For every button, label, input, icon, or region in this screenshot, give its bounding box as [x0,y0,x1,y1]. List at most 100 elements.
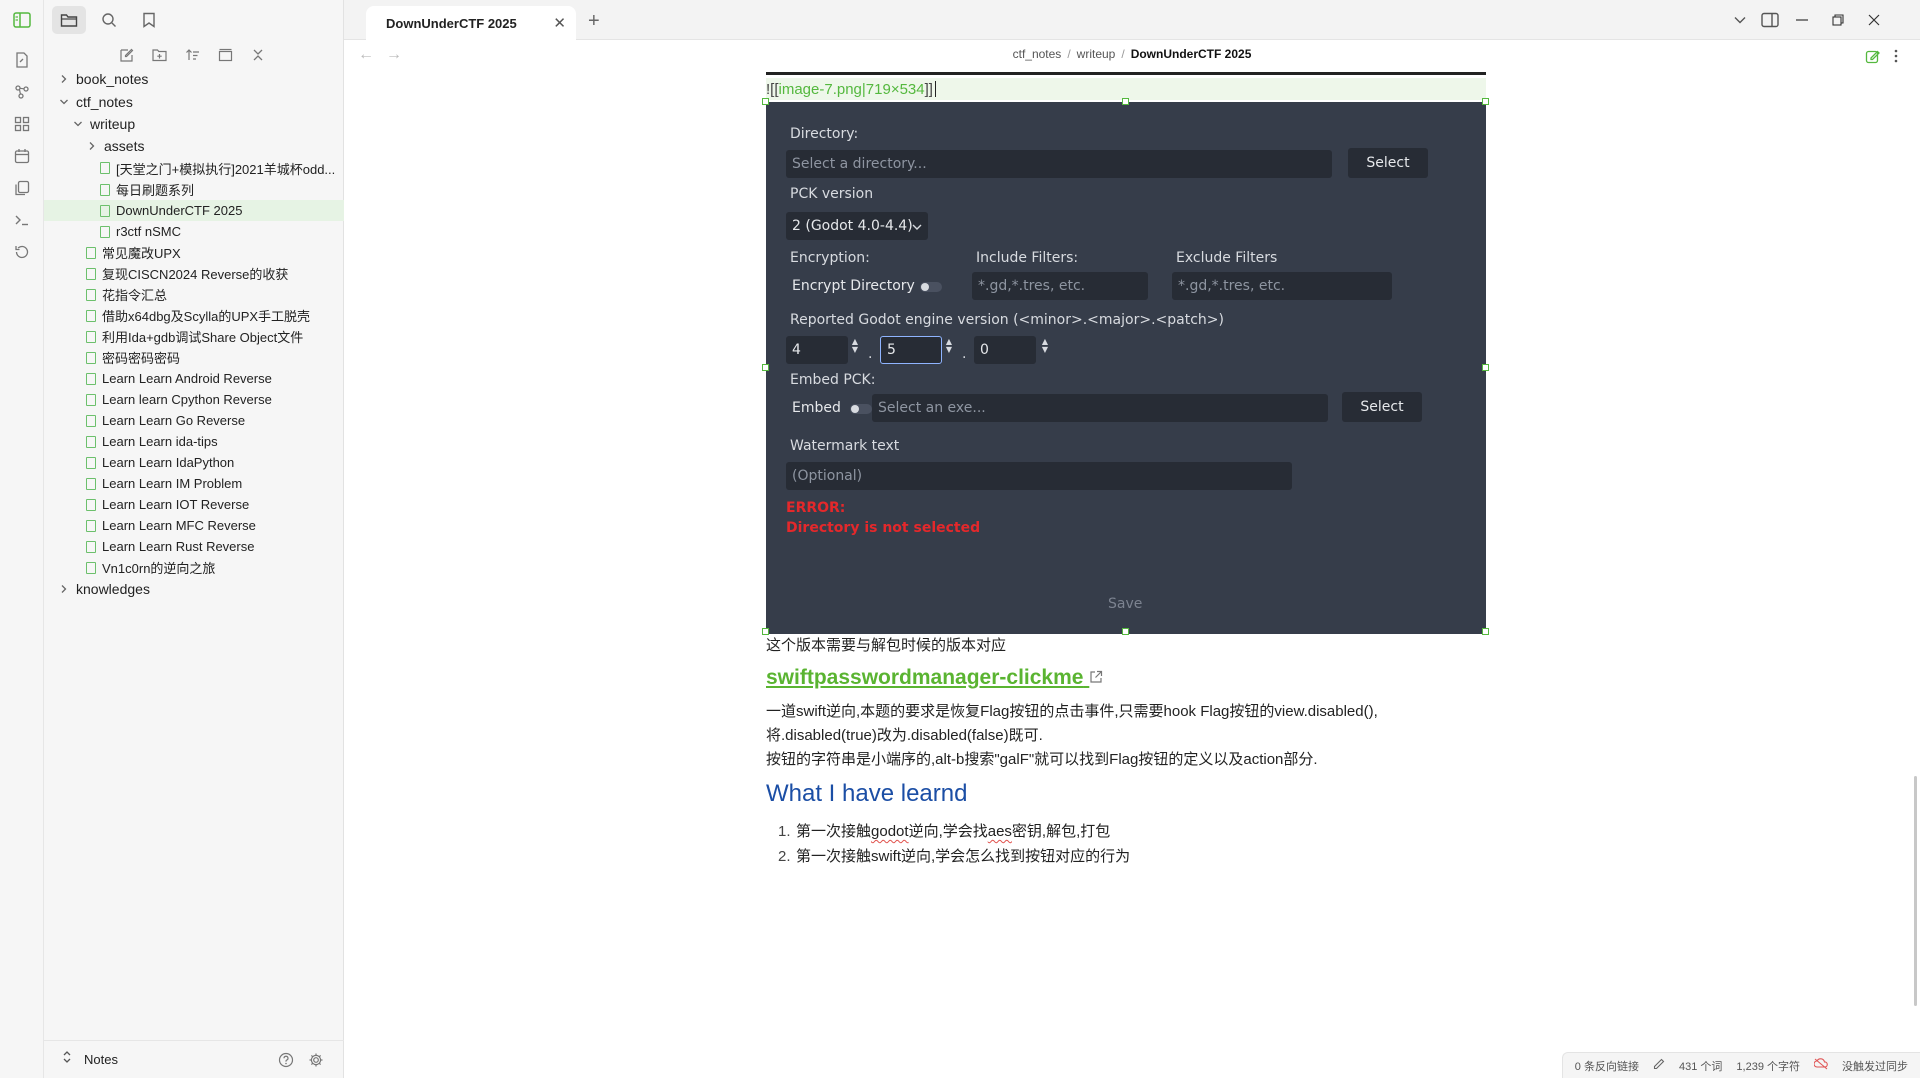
minimize-window-icon[interactable] [1790,8,1814,32]
select-exe-button[interactable]: Select [1342,392,1422,422]
bookmarks-tab-icon[interactable] [132,6,166,34]
resize-handle[interactable] [1122,98,1129,105]
tree-file[interactable]: DownUnderCTF 2025 [44,200,344,221]
sync-status: 没触发过同步 [1842,1060,1908,1073]
select-directory-button[interactable]: Select [1348,148,1428,178]
vault-switcher-icon[interactable] [62,1050,72,1069]
include-filters-input[interactable]: *.gd,*.tres, etc. [972,272,1148,300]
resize-handle[interactable] [762,364,769,371]
tree-item-label: Learn Learn Go Reverse [102,413,246,428]
sync-off-icon[interactable] [1813,1058,1828,1073]
tree-folder[interactable]: assets [44,135,344,157]
watermark-input[interactable]: (Optional) [786,462,1292,490]
tree-folder[interactable]: writeup [44,113,344,135]
tree-file[interactable]: 借助x64dbg及Scylla的UPX手工脱壳 [44,305,344,326]
tree-folder[interactable]: book_notes [44,68,344,90]
restore-window-icon[interactable] [1826,8,1850,32]
tree-item-label: Learn Learn MFC Reverse [102,518,256,533]
terminal-icon[interactable] [10,208,34,232]
editor-scrollbar[interactable] [1914,776,1917,1006]
resize-handle[interactable] [762,628,769,635]
vault-name[interactable]: Notes [84,1052,118,1067]
history-icon[interactable] [10,240,34,264]
right-sidebar-toggle-icon[interactable] [1758,8,1782,32]
tree-file[interactable]: 每日刷题系列 [44,179,344,200]
graph-view-icon[interactable] [10,80,34,104]
chevron-down-icon[interactable] [72,118,84,130]
tree-file[interactable]: Learn Learn Android Reverse [44,368,344,389]
resize-handle[interactable] [762,98,769,105]
chevron-right-icon[interactable] [58,583,70,595]
new-tab-plus-icon[interactable]: + [588,10,600,33]
files-tab-icon[interactable] [52,6,86,34]
tree-file[interactable]: 密码密码密码 [44,347,344,368]
exe-input[interactable]: Select an exe... [872,394,1328,422]
heading-text: What I have learnd [766,780,968,807]
daily-note-calendar-icon[interactable] [10,144,34,168]
major-version-input[interactable]: 4 [786,336,848,364]
new-note-icon[interactable] [116,45,136,65]
embedded-godot-pck-screenshot[interactable]: Directory: Select a directory... Select … [762,98,1489,635]
more-options-icon[interactable] [1886,46,1906,66]
tree-file[interactable]: Learn Learn IM Problem [44,473,344,494]
spinner-arrows-icon[interactable]: ▲ ▼ [944,338,954,362]
encrypt-directory-toggle[interactable] [920,282,942,292]
tree-file[interactable]: 常见魔改UPX [44,242,344,263]
tree-file[interactable]: r3ctf nSMC [44,221,344,242]
tab-list-chevron-icon[interactable] [1728,8,1752,32]
directory-input[interactable]: Select a directory... [786,150,1332,178]
sort-order-icon[interactable] [182,45,202,65]
tab-downunderctf[interactable]: DownUnderCTF 2025 ✕ [366,6,576,40]
tree-file[interactable]: [天堂之门+模拟执行]2021羊城杯odd... [44,157,344,179]
image-embed-source[interactable]: ![[image-7.png|719×534]] [766,78,1486,100]
close-tab-icon[interactable]: ✕ [553,14,566,32]
minor-version-input[interactable]: 5 [880,336,942,364]
patch-version-input[interactable]: 0 [974,336,1036,364]
collapse-all-icon[interactable] [248,45,268,65]
canvas-icon[interactable] [10,112,34,136]
edit-status-icon[interactable] [1653,1058,1665,1073]
embed-filename: image-7.png|719×534 [778,80,925,98]
tree-folder[interactable]: ctf_notes [44,90,344,113]
pck-version-select[interactable]: 2 (Godot 4.0-4.4) [786,212,928,240]
resize-handle[interactable] [1122,628,1129,635]
tree-file[interactable]: Learn Learn ida-tips [44,431,344,452]
chevron-right-icon[interactable] [58,73,70,85]
tree-file[interactable]: Learn Learn Rust Reverse [44,536,344,557]
backlinks-count[interactable]: 0 条反向链接 [1575,1058,1639,1074]
spinner-arrows-icon[interactable]: ▲ ▼ [850,338,860,362]
spinner-arrows-icon[interactable]: ▲ ▼ [1040,338,1050,362]
resize-handle[interactable] [1482,98,1489,105]
breadcrumb-writeup[interactable]: writeup [1077,47,1116,61]
sidebar-toggle-icon[interactable] [10,8,34,32]
exclude-filters-input[interactable]: *.gd,*.tres, etc. [1172,272,1392,300]
tree-file[interactable]: 花指令汇总 [44,284,344,305]
tree-file[interactable]: Learn Learn Go Reverse [44,410,344,431]
resize-handle[interactable] [1482,628,1489,635]
settings-gear-icon[interactable] [306,1050,326,1070]
open-quick-switcher-icon[interactable] [10,48,34,72]
breadcrumb-ctf-notes[interactable]: ctf_notes [1013,47,1062,61]
tree-file[interactable]: 利用Ida+gdb调试Share Object文件 [44,326,344,347]
help-icon[interactable] [276,1050,296,1070]
tree-file[interactable]: 复现CISCN2024 Reverse的收获 [44,263,344,284]
tree-folder[interactable]: knowledges [44,578,344,600]
tree-file[interactable]: Learn Learn IdaPython [44,452,344,473]
save-button[interactable]: Save [1108,596,1142,612]
close-window-icon[interactable] [1862,8,1886,32]
templates-copy-icon[interactable] [10,176,34,200]
auto-reveal-icon[interactable] [215,45,235,65]
chevron-down-icon[interactable] [58,96,70,108]
tree-file[interactable]: Learn Learn IOT Reverse [44,494,344,515]
embed-toggle[interactable] [850,404,872,414]
resize-handle[interactable] [1482,364,1489,371]
tree-file[interactable]: Vn1c0rn的逆向之旅 [44,557,344,578]
heading-swiftpasswordmanager-link[interactable]: swiftpasswordmanager-clickme [766,666,1103,690]
breadcrumb-current[interactable]: DownUnderCTF 2025 [1131,47,1252,61]
chevron-right-icon[interactable] [86,140,98,152]
new-folder-icon[interactable] [149,45,169,65]
tree-file[interactable]: Learn Learn MFC Reverse [44,515,344,536]
search-tab-icon[interactable] [92,6,126,34]
tree-file[interactable]: Learn learn Cpython Reverse [44,389,344,410]
edit-mode-pencil-icon[interactable] [1862,46,1882,66]
